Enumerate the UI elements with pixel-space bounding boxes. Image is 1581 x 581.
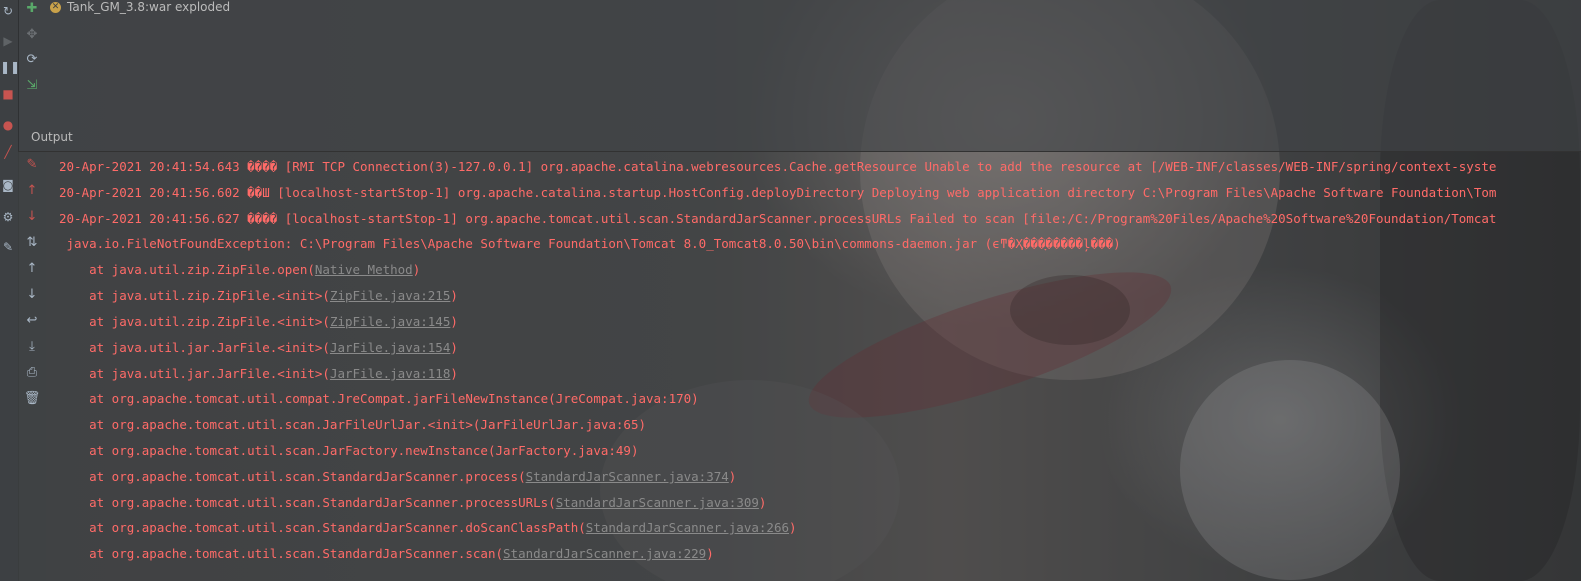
sort-icon[interactable]: ⇅ [23, 234, 41, 252]
stacktrace-link[interactable]: JarFile.java:118 [330, 366, 450, 381]
stacktrace-link[interactable]: ZipFile.java:215 [330, 288, 450, 303]
move-icon[interactable]: ✥ [22, 26, 42, 44]
down-icon[interactable]: ↓ [23, 208, 41, 226]
console-line: 20-Apr-2021 20:41:54.643 ���� [RMI TCP C… [59, 159, 1497, 174]
scroll-up-icon[interactable]: ↑ [23, 260, 41, 278]
scroll-to-end-icon[interactable]: ⤓ [23, 338, 41, 356]
pin-icon[interactable]: ✎ [0, 240, 16, 254]
console-line: at org.apache.tomcat.util.scan.JarFactor… [59, 443, 639, 458]
artifact-row[interactable]: ✕ Tank_GM_3.8:war exploded [50, 0, 230, 14]
console-line: at org.apache.tomcat.util.scan.StandardJ… [59, 469, 737, 484]
refresh-icon[interactable]: ⟳ [22, 51, 42, 69]
trash-icon[interactable]: 🗑 [23, 390, 41, 408]
stacktrace-link[interactable]: StandardJarScanner.java:374 [526, 469, 729, 484]
up-icon[interactable]: ↑ [23, 182, 41, 200]
console-line: 20-Apr-2021 20:41:56.602 ��Ш [localhost-… [59, 185, 1497, 200]
settings-icon[interactable]: ⚙ [0, 210, 16, 224]
stacktrace-link[interactable]: ZipFile.java:145 [330, 314, 450, 329]
output-label: Output [31, 130, 73, 144]
console-line: 20-Apr-2021 20:41:56.627 ���� [localhost… [59, 211, 1497, 226]
stacktrace-link[interactable]: StandardJarScanner.java:266 [586, 520, 789, 535]
console-line: at java.util.zip.ZipFile.open(Native Met… [59, 262, 421, 277]
panel-divider [18, 151, 1581, 152]
warning-icon: ✕ [50, 1, 61, 13]
services-panel [18, 0, 1581, 152]
console-line: at java.util.zip.ZipFile.<init>(ZipFile.… [59, 288, 458, 303]
stacktrace-link[interactable]: JarFile.java:154 [330, 340, 450, 355]
console-line: at org.apache.tomcat.util.scan.StandardJ… [59, 520, 797, 535]
artifact-name: Tank_GM_3.8:war exploded [67, 0, 231, 14]
edit-icon[interactable]: ╱ [0, 145, 16, 159]
camera-icon[interactable]: ◙ [0, 178, 16, 192]
output-console[interactable]: 20-Apr-2021 20:41:54.643 ���� [RMI TCP C… [46, 152, 1581, 581]
console-line: at org.apache.tomcat.util.compat.JreComp… [59, 391, 699, 406]
print-icon[interactable]: ⎙ [23, 364, 41, 382]
left-toolbar: ↻ ▶ ❚❚ ■ ● ╱ ◙ ⚙ ✎ [0, 0, 20, 581]
console-line: at org.apache.tomcat.util.scan.JarFileUr… [59, 417, 646, 432]
console-line: at java.util.zip.ZipFile.<init>(ZipFile.… [59, 314, 458, 329]
pause-icon[interactable]: ❚❚ [0, 60, 20, 74]
soft-wrap-icon[interactable]: ↩ [23, 312, 41, 330]
console-line: java.io.FileNotFoundException: C:\Progra… [59, 236, 1121, 251]
console-gutter: ✎ ↑ ↓ ⇅ ↑ ↓ ↩ ⤓ ⎙ 🗑 [18, 152, 46, 581]
clear-icon[interactable]: ✎ [23, 156, 41, 174]
stacktrace-link[interactable]: StandardJarScanner.java:309 [556, 495, 759, 510]
console-line: at java.util.jar.JarFile.<init>(JarFile.… [59, 366, 458, 381]
scroll-down-icon[interactable]: ↓ [23, 286, 41, 304]
debug-icon[interactable]: ● [0, 118, 16, 132]
add-icon[interactable]: ✚ [22, 0, 42, 18]
stacktrace-link[interactable]: Native Method [315, 262, 413, 277]
console-line: at org.apache.tomcat.util.scan.StandardJ… [59, 495, 767, 510]
console-line: at java.util.jar.JarFile.<init>(JarFile.… [59, 340, 458, 355]
stacktrace-link[interactable]: StandardJarScanner.java:229 [503, 546, 706, 561]
console-line: at org.apache.tomcat.util.scan.StandardJ… [59, 546, 714, 561]
refresh-icon[interactable]: ↻ [0, 4, 16, 18]
stop-icon[interactable]: ■ [0, 87, 16, 101]
run-icon[interactable]: ▶ [0, 34, 16, 48]
deploy-icon[interactable]: ⇲ [22, 77, 42, 95]
